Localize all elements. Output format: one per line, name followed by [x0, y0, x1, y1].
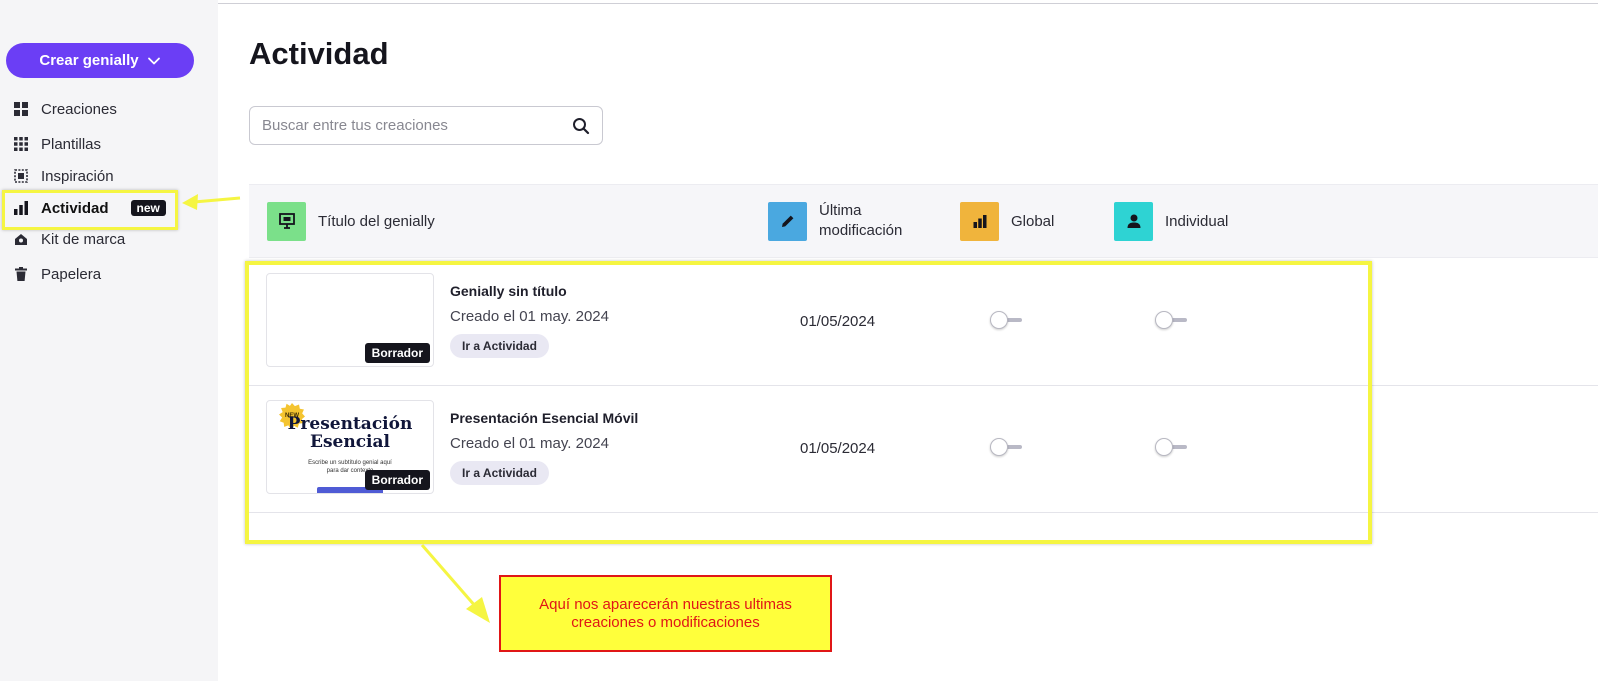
chevron-down-icon	[147, 57, 160, 64]
page-title: Actividad	[249, 36, 389, 71]
sidebar-item-creaciones[interactable]: Creaciones	[13, 96, 117, 122]
sidebar-item-kit-de-marca[interactable]: Kit de marca	[13, 226, 125, 252]
global-toggle[interactable]	[990, 438, 1024, 456]
genially-title[interactable]: Presentación Esencial Móvil	[450, 410, 638, 426]
table-header: Título del genially Última modificación …	[249, 184, 1598, 258]
sidebar-item-label: Papelera	[41, 265, 102, 283]
go-to-activity-button[interactable]: Ir a Actividad	[450, 334, 549, 358]
column-label: Individual	[1165, 212, 1229, 230]
app-root: Crear genially Creaciones Plantillas Ins…	[0, 0, 1598, 681]
search-icon[interactable]	[572, 117, 590, 135]
column-header-title[interactable]: Título del genially	[267, 201, 435, 241]
status-badge: Borrador	[364, 470, 430, 490]
genially-thumbnail[interactable]: NEW Presentación Esencial Escribe un sub…	[266, 400, 434, 494]
search-input[interactable]	[262, 117, 572, 134]
column-header-global[interactable]: Global	[960, 201, 1054, 241]
create-genially-button[interactable]: Crear genially	[6, 43, 194, 78]
presentation-icon	[267, 201, 306, 241]
sidebar-item-papelera[interactable]: Papelera	[13, 261, 101, 287]
inspiration-icon	[13, 168, 29, 184]
bar-chart-icon	[13, 200, 29, 216]
column-header-modified[interactable]: Última modificación	[768, 201, 919, 241]
pencil-icon	[768, 201, 807, 241]
new-badge: new	[130, 200, 166, 216]
created-date: Creado el 01 may. 2024	[450, 308, 609, 325]
trash-icon	[13, 266, 29, 282]
sidebar-item-plantillas[interactable]: Plantillas	[13, 131, 101, 157]
created-date: Creado el 01 may. 2024	[450, 435, 609, 452]
sidebar-item-label: Actividad	[41, 199, 109, 217]
bar-chart-icon	[960, 201, 999, 241]
sidebar-item-label: Plantillas	[41, 135, 102, 153]
sidebar-item-label: Inspiración	[41, 167, 114, 185]
go-to-activity-button[interactable]: Ir a Actividad	[450, 461, 549, 485]
sidebar-item-label: Creaciones	[41, 100, 117, 118]
column-label: Título del genially	[318, 212, 435, 230]
grid-icon	[13, 101, 29, 117]
modified-date: 01/05/2024	[800, 440, 876, 457]
brand-kit-icon	[13, 231, 29, 247]
person-icon	[1114, 201, 1153, 241]
annotation-arrow-icon	[420, 544, 490, 623]
individual-toggle[interactable]	[1155, 311, 1189, 329]
preview-title: Presentación Esencial	[287, 414, 413, 452]
dots-grid-icon	[13, 136, 29, 152]
genially-title[interactable]: Genially sin título	[450, 283, 567, 299]
status-badge: Borrador	[364, 343, 430, 363]
column-header-individual[interactable]: Individual	[1114, 201, 1228, 241]
top-divider	[218, 0, 1598, 4]
table-row[interactable]: NEW Presentación Esencial Escribe un sub…	[249, 385, 1598, 513]
create-genially-label: Crear genially	[39, 52, 139, 69]
global-toggle[interactable]	[990, 311, 1024, 329]
sidebar-item-label: Kit de marca	[41, 230, 126, 248]
modified-date: 01/05/2024	[800, 313, 876, 330]
table-row[interactable]: Borrador Genially sin título Creado el 0…	[249, 258, 1598, 386]
individual-toggle[interactable]	[1155, 438, 1189, 456]
column-label: Última modificación	[819, 202, 903, 239]
sidebar-item-actividad[interactable]: Actividad new	[13, 195, 166, 221]
search-box[interactable]	[249, 106, 603, 145]
column-label: Global	[1011, 212, 1055, 230]
sidebar-item-inspiracion[interactable]: Inspiración	[13, 163, 114, 189]
annotation-callout: Aquí nos aparecerán nuestras ultimas cre…	[499, 575, 832, 652]
genially-thumbnail[interactable]: Borrador	[266, 273, 434, 367]
sidebar: Crear genially Creaciones Plantillas Ins…	[0, 0, 218, 681]
